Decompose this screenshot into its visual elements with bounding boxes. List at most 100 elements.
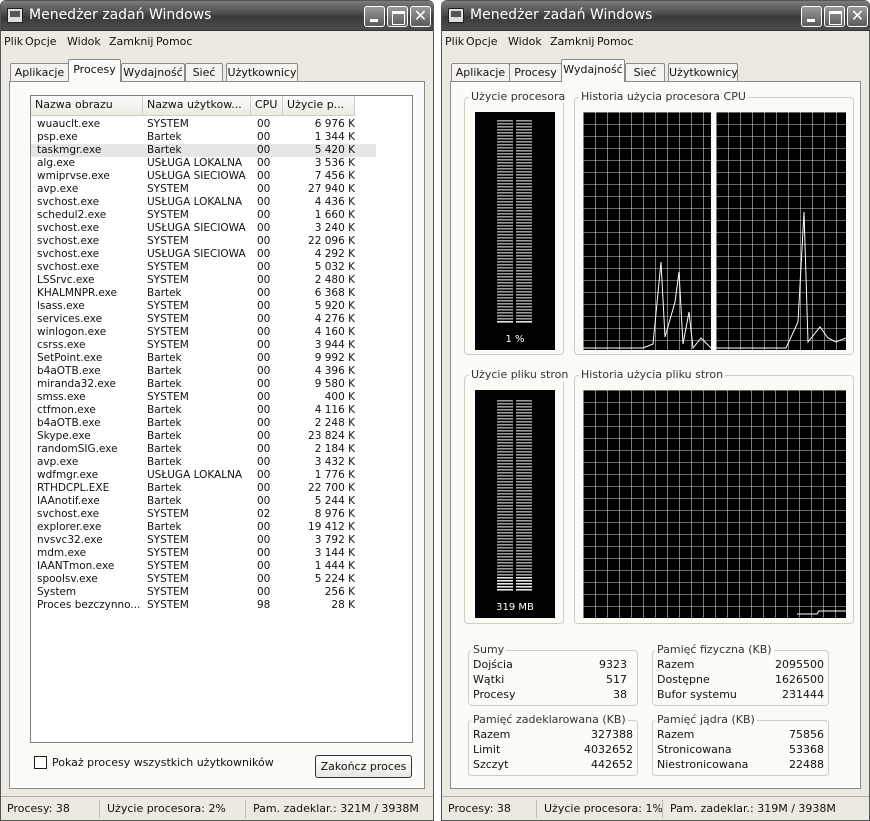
minimize-button[interactable] <box>364 6 385 27</box>
meter-segment <box>516 249 532 251</box>
table-row[interactable]: services.exe SYSTEM 00 4 276 K <box>31 313 376 326</box>
title-bar[interactable]: Menedżer zadań Windows ✕ <box>442 1 869 31</box>
cpu-cell: 00 <box>257 261 271 273</box>
meter-segment <box>497 132 513 134</box>
title-bar[interactable]: Menedżer zadań Windows ✕ <box>1 1 433 31</box>
table-row[interactable]: IAAnotif.exe Bartek 00 5 244 K <box>31 495 376 508</box>
table-row[interactable]: nvsvc32.exe SYSTEM 00 3 792 K <box>31 534 376 547</box>
table-row[interactable]: LSSrvc.exe SYSTEM 00 2 480 K <box>31 274 376 287</box>
tab-users[interactable]: Użytkownicy <box>226 63 298 82</box>
commit-total-label: Razem <box>473 728 511 741</box>
table-row[interactable]: Proces bezczynno... SYSTEM 98 28 K <box>31 599 376 612</box>
tab-users[interactable]: Użytkownicy <box>668 63 738 82</box>
tab-network[interactable]: Sieć <box>185 63 223 82</box>
cpu-cell: 00 <box>257 313 271 325</box>
table-row[interactable]: csrss.exe SYSTEM 00 3 944 K <box>31 339 376 352</box>
image-name-cell: wuauclt.exe <box>37 118 101 130</box>
table-row[interactable]: mdm.exe SYSTEM 00 3 144 K <box>31 547 376 560</box>
minimize-button[interactable] <box>801 6 822 27</box>
meter-segment <box>516 231 532 233</box>
table-row[interactable]: KHALMNPR.exe Bartek 00 6 368 K <box>31 287 376 300</box>
table-row[interactable]: avp.exe Bartek 00 3 432 K <box>31 456 376 469</box>
column-cpu[interactable]: CPU <box>251 96 283 116</box>
image-name-cell: explorer.exe <box>37 521 102 533</box>
meter-segment <box>497 243 513 245</box>
meter-segment <box>516 267 532 269</box>
table-row[interactable]: schedul2.exe SYSTEM 00 1 660 K <box>31 209 376 222</box>
table-row[interactable]: svchost.exe USŁUGA SIECIOWA 00 4 292 K <box>31 248 376 261</box>
close-button[interactable]: ✕ <box>847 6 868 27</box>
task-manager-icon <box>448 8 464 23</box>
tab-performance[interactable]: Wydajność <box>121 63 185 82</box>
tab-performance[interactable]: Wydajność <box>561 59 625 82</box>
table-row[interactable]: wmiprvse.exe USŁUGA SIECIOWA 00 7 456 K <box>31 170 376 183</box>
tab-applications[interactable]: Aplikacje <box>451 63 510 82</box>
table-row[interactable]: taskmgr.exe Bartek 00 5 420 K <box>31 144 376 157</box>
table-row[interactable]: ctfmon.exe Bartek 00 4 116 K <box>31 404 376 417</box>
menu-options[interactable]: Opcje <box>25 35 57 48</box>
table-row[interactable]: smss.exe SYSTEM 00 400 K <box>31 391 376 404</box>
table-row[interactable]: avp.exe SYSTEM 00 27 940 K <box>31 183 376 196</box>
user-name-cell: Bartek <box>147 378 182 390</box>
menu-options[interactable]: Opcje <box>466 35 498 48</box>
table-row[interactable]: wdfmgr.exe USŁUGA LOKALNA 00 1 776 K <box>31 469 376 482</box>
menu-view[interactable]: Widok <box>508 35 542 48</box>
table-row[interactable]: svchost.exe SYSTEM 00 22 096 K <box>31 235 376 248</box>
meter-segment <box>516 192 532 194</box>
table-row[interactable]: psp.exe Bartek 00 1 344 K <box>31 131 376 144</box>
physical-available-value: 1626500 <box>775 673 824 686</box>
table-row[interactable]: winlogon.exe SYSTEM 00 4 160 K <box>31 326 376 339</box>
table-row[interactable]: SetPoint.exe Bartek 00 9 992 K <box>31 352 376 365</box>
maximize-button[interactable] <box>387 6 408 27</box>
menu-close[interactable]: Zamknij <box>109 35 153 48</box>
menu-file[interactable]: Plik <box>4 35 23 48</box>
page-history-group: Historia użycia pliku stron <box>574 368 854 624</box>
tab-processes[interactable]: Procesy <box>509 63 562 82</box>
menu-help[interactable]: Pomoc <box>597 35 633 48</box>
meter-segment <box>497 490 513 492</box>
meter-segment <box>516 400 532 402</box>
table-row[interactable]: wuauclt.exe SYSTEM 00 6 976 K <box>31 118 376 131</box>
tab-processes[interactable]: Procesy <box>68 59 121 82</box>
table-row[interactable]: RTHDCPL.EXE Bartek 00 22 700 K <box>31 482 376 495</box>
process-list[interactable]: Nazwa obrazu Nazwa użytkow... CPU Użycie… <box>30 95 413 743</box>
end-process-button[interactable]: Zakończ proces <box>315 755 412 778</box>
table-row[interactable]: IAANTmon.exe SYSTEM 00 1 444 K <box>31 560 376 573</box>
show-all-users-checkbox[interactable] <box>34 756 47 769</box>
column-memory[interactable]: Użycie p... <box>283 96 355 116</box>
table-row[interactable]: alg.exe USŁUGA LOKALNA 00 3 536 K <box>31 157 376 170</box>
menu-close[interactable]: Zamknij <box>550 35 594 48</box>
tab-network[interactable]: Sieć <box>625 63 665 82</box>
kernel-nonpaged-value: 22488 <box>789 758 824 771</box>
meter-segment <box>516 484 532 486</box>
table-row[interactable]: b4aOTB.exe Bartek 00 2 248 K <box>31 417 376 430</box>
table-row[interactable]: svchost.exe SYSTEM 00 5 032 K <box>31 261 376 274</box>
meter-segment <box>497 535 513 537</box>
table-row[interactable]: spoolsv.exe SYSTEM 00 5 224 K <box>31 573 376 586</box>
maximize-button[interactable] <box>824 6 845 27</box>
meter-segment <box>497 261 513 263</box>
menu-help[interactable]: Pomoc <box>156 35 192 48</box>
table-row[interactable]: miranda32.exe Bartek 00 9 580 K <box>31 378 376 391</box>
table-row[interactable]: lsass.exe SYSTEM 00 5 920 K <box>31 300 376 313</box>
cpu-cell: 00 <box>257 534 271 546</box>
table-row[interactable]: explorer.exe Bartek 00 19 412 K <box>31 521 376 534</box>
table-row[interactable]: randomSIG.exe Bartek 00 2 184 K <box>31 443 376 456</box>
column-user-name[interactable]: Nazwa użytkow... <box>143 96 251 116</box>
table-row[interactable]: Skype.exe Bartek 00 23 824 K <box>31 430 376 443</box>
table-row[interactable]: System SYSTEM 00 256 K <box>31 586 376 599</box>
meter-segment <box>516 451 532 453</box>
user-name-cell: USŁUGA LOKALNA <box>147 157 243 169</box>
table-row[interactable]: svchost.exe USŁUGA LOKALNA 00 4 436 K <box>31 196 376 209</box>
column-image-name[interactable]: Nazwa obrazu <box>31 96 143 116</box>
menu-file[interactable]: Plik <box>445 35 464 48</box>
user-name-cell: USŁUGA LOKALNA <box>147 469 243 481</box>
table-row[interactable]: svchost.exe SYSTEM 02 8 976 K <box>31 508 376 521</box>
table-row[interactable]: b4aOTB.exe Bartek 00 4 396 K <box>31 365 376 378</box>
meter-segment <box>497 282 513 284</box>
menu-view[interactable]: Widok <box>67 35 101 48</box>
close-button[interactable]: ✕ <box>410 6 431 27</box>
tab-applications[interactable]: Aplikacje <box>10 63 69 82</box>
table-row[interactable]: svchost.exe USŁUGA SIECIOWA 00 3 240 K <box>31 222 376 235</box>
physical-total-label: Razem <box>657 658 695 671</box>
